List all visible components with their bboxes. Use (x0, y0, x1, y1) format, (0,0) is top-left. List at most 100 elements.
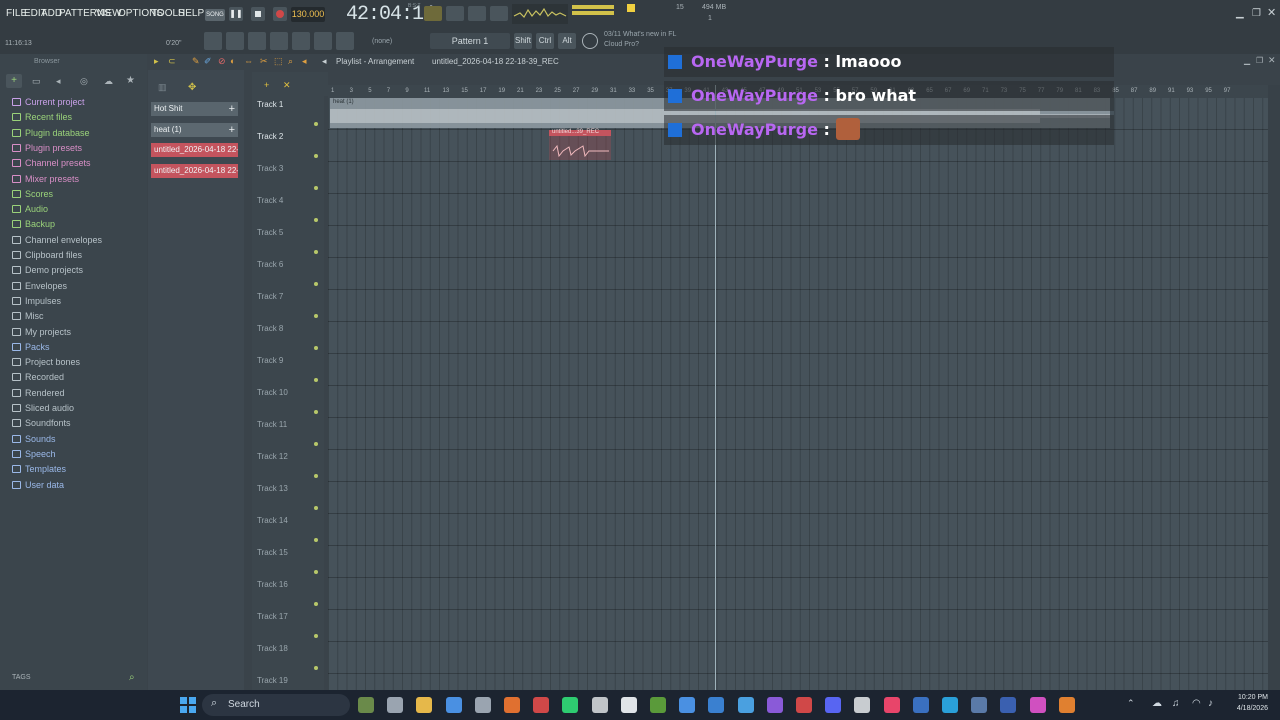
stop-button[interactable] (251, 7, 265, 21)
track-mute-led[interactable] (314, 474, 318, 478)
track-mute-led[interactable] (314, 378, 318, 382)
taskbar-search-box[interactable]: ⌕ Search (202, 694, 350, 716)
input-select[interactable]: (none) (372, 38, 392, 45)
play-arrow-icon[interactable]: ▸ (154, 56, 159, 67)
playlist-grid[interactable] (328, 98, 1268, 690)
track-name[interactable]: Track 7 (257, 292, 283, 301)
track-mute-led[interactable] (314, 154, 318, 158)
arrangement-icon[interactable]: ◂ (322, 56, 327, 67)
restore-icon[interactable]: ❐ (1252, 8, 1261, 19)
browser-item-templates[interactable]: Templates (12, 463, 66, 475)
browser-item-demo-projects[interactable]: Demo projects (12, 264, 83, 276)
tiktok-icon[interactable] (883, 697, 900, 713)
channel-item[interactable]: untitled_2026-04-18 22-... (151, 163, 238, 178)
app-mail-icon[interactable] (1000, 697, 1017, 713)
file-icon[interactable]: ▭ (32, 76, 41, 87)
track-name[interactable]: Track 3 (257, 164, 283, 173)
app-blue-icon[interactable] (708, 697, 725, 713)
step-edit-button[interactable] (468, 6, 486, 21)
minimize-icon[interactable]: ▁ (1236, 8, 1244, 19)
browser-item-misc[interactable]: Misc (12, 310, 44, 322)
browser-item-recent-files[interactable]: Recent files (12, 111, 72, 123)
track-name[interactable]: Track 10 (257, 388, 288, 397)
app-obs-icon[interactable] (591, 697, 608, 713)
audio-clip-rec[interactable]: untitled...39_REC (549, 129, 611, 160)
app-blue-2-icon[interactable] (912, 697, 929, 713)
capcut-icon[interactable] (620, 697, 637, 713)
browser-item-current-project[interactable]: Current project (12, 96, 85, 108)
tempo-display[interactable]: 130.000 (291, 7, 325, 22)
taskbar-time[interactable]: 10:20 PM (1224, 694, 1268, 701)
track-name[interactable]: Track 19 (257, 676, 288, 685)
snap-icon[interactable]: ✥ (188, 82, 196, 93)
track-name[interactable]: Track 12 (257, 452, 288, 461)
track-name[interactable]: Track 8 (257, 324, 283, 333)
vertical-scrollbar[interactable] (1268, 85, 1280, 690)
delete-icon[interactable]: ⊘ (218, 56, 226, 67)
pattern-selector[interactable]: Pattern 1 (430, 33, 510, 49)
fl-studio-icon[interactable] (504, 697, 520, 713)
track-mute-led[interactable] (314, 602, 318, 606)
track-name[interactable]: Track 4 (257, 196, 283, 205)
playlist-window-button[interactable] (204, 32, 222, 50)
track-name[interactable]: Track 2 (257, 132, 283, 141)
record-button[interactable] (273, 7, 287, 21)
pause-button[interactable]: ❚❚ (229, 7, 243, 21)
browser-item-my-projects[interactable]: My projects (12, 326, 71, 338)
track-mute-led[interactable] (314, 314, 318, 318)
mic-tray-icon[interactable]: ♫ (1172, 698, 1180, 709)
browser-item-audio[interactable]: Audio (12, 203, 48, 215)
remove-track-icon[interactable]: ✕ (283, 80, 291, 91)
browser-item-plugin-database[interactable]: Plugin database (12, 127, 90, 139)
track-mute-led[interactable] (314, 346, 318, 350)
song-mode-toggle[interactable]: SONG (205, 9, 225, 21)
spotify-icon[interactable] (562, 697, 579, 713)
wifi-icon[interactable]: ◠ (1192, 698, 1201, 709)
cloud-icon[interactable]: ☁ (104, 76, 113, 87)
plugin-picker-button[interactable] (292, 32, 310, 50)
metronome-button[interactable] (490, 6, 508, 21)
mute-icon[interactable]: ◐ (230, 56, 235, 66)
track-name[interactable]: Track 1 (257, 100, 283, 109)
track-mute-led[interactable] (314, 666, 318, 670)
chrome-icon[interactable] (445, 697, 462, 713)
browser-item-sliced-audio[interactable]: Sliced audio (12, 402, 74, 414)
browser-item-envelopes[interactable]: Envelopes (12, 280, 67, 292)
add-track-icon[interactable]: + (264, 80, 269, 90)
channel-rack-button[interactable] (248, 32, 266, 50)
browser-item-sounds[interactable]: Sounds (12, 433, 56, 445)
app-grey-icon[interactable] (854, 697, 871, 713)
ctrl-key-button[interactable]: Ctrl (536, 33, 554, 49)
slip-icon[interactable]: ⇔ (244, 56, 253, 66)
browser-item-clipboard-files[interactable]: Clipboard files (12, 249, 82, 261)
track-name[interactable]: Track 17 (257, 612, 288, 621)
track-mute-led[interactable] (314, 122, 318, 126)
task-view-icon[interactable] (387, 697, 404, 713)
browser-item-backup[interactable]: Backup (12, 218, 55, 230)
add-icon[interactable]: + (6, 74, 22, 88)
browser-item-impulses[interactable]: Impulses (12, 295, 61, 307)
countdown-button[interactable] (446, 6, 464, 21)
browser-toggle-button[interactable] (314, 32, 332, 50)
track-name[interactable]: Track 11 (257, 420, 287, 429)
track-mute-led[interactable] (314, 506, 318, 510)
brush-icon[interactable]: ✐ (204, 56, 212, 67)
app-calc-icon[interactable] (737, 697, 754, 713)
app-purple-icon[interactable] (766, 697, 783, 713)
track-mute-led[interactable] (314, 538, 318, 542)
browser-item-channel-presets[interactable]: Channel presets (12, 157, 91, 169)
playback-icon[interactable]: ◂ (302, 56, 307, 67)
magnet-icon[interactable]: ⊂ (168, 56, 176, 67)
file-explorer-icon[interactable] (416, 697, 433, 713)
track-mute-led[interactable] (314, 186, 318, 190)
slice-icon[interactable]: ✂ (260, 56, 268, 67)
close-icon[interactable]: ✕ (1267, 6, 1276, 19)
browser-item-speech[interactable]: Speech (12, 448, 56, 460)
windows-start-icon[interactable] (180, 697, 196, 713)
fl-studio-2-icon[interactable] (1058, 697, 1075, 713)
tag-search-icon[interactable]: ⌕ (129, 672, 135, 683)
zoom-icon[interactable]: ⌕ (288, 56, 293, 67)
discord-icon[interactable] (825, 697, 842, 713)
track-name[interactable]: Track 9 (257, 356, 283, 365)
app-red-2-icon[interactable] (796, 697, 812, 713)
